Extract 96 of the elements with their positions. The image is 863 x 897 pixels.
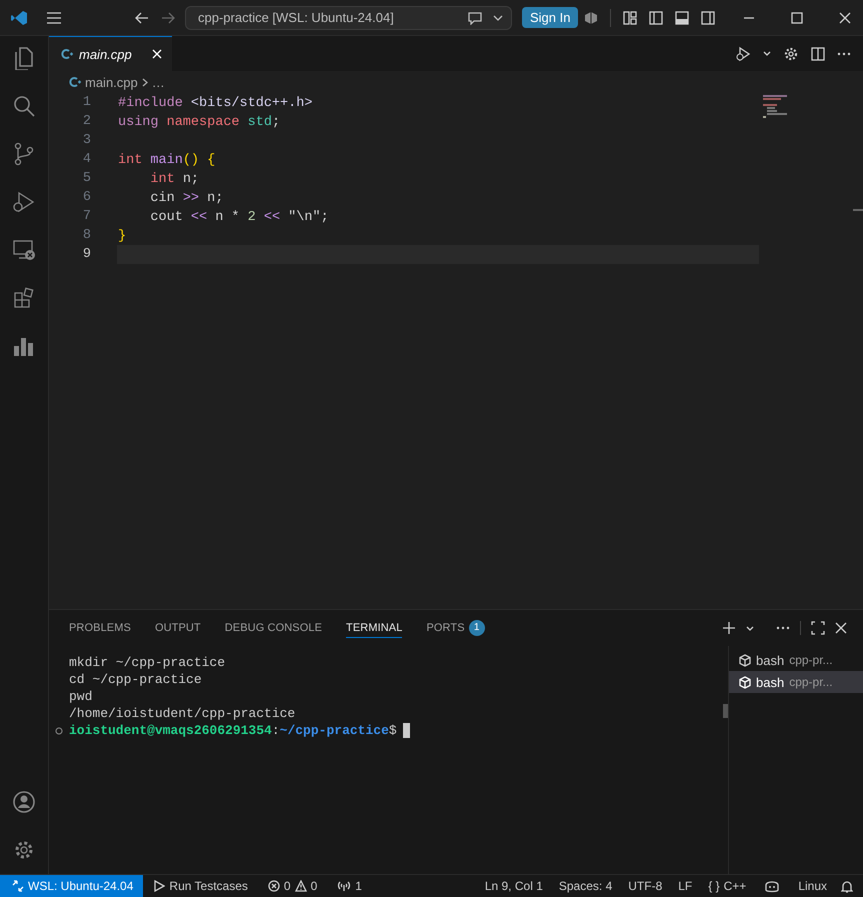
prompt-user: ioistudent@vmaqs2606291354 [69, 722, 272, 739]
line-number: 8 [82, 227, 91, 245]
panel-tab[interactable]: OUTPUT [154, 618, 201, 638]
search-icon[interactable] [12, 94, 36, 118]
files-icon[interactable] [12, 46, 36, 70]
encoding[interactable]: UTF-8 [620, 875, 670, 897]
terminal-line: /home/ioistudent/cpp-practice [69, 705, 296, 722]
back-arrow-icon[interactable] [135, 12, 149, 24]
scrollbar-thumb[interactable] [853, 209, 863, 211]
error-count: 0 [284, 879, 291, 893]
panel-tab[interactable]: TERMINAL [346, 618, 402, 638]
panel-tab[interactable]: PORTS 1 [426, 616, 485, 640]
error-icon [268, 880, 280, 892]
terminal-cube-icon [739, 676, 751, 688]
terminal-line: cd ~/cpp-practice [69, 671, 202, 688]
cpp-file-icon [61, 48, 73, 60]
breadcrumb-item[interactable]: … [152, 74, 165, 90]
warning-icon [294, 880, 307, 892]
terminal-list-item[interactable]: bash cpp-pr... [729, 649, 863, 671]
terminal-line: mkdir ~/cpp-practice [69, 654, 226, 671]
chat-icon[interactable] [467, 10, 483, 24]
chevron-down-icon[interactable] [493, 14, 503, 20]
more-actions-icon[interactable] [837, 52, 851, 56]
terminal-list-item[interactable]: bash cpp-pr... [729, 671, 863, 693]
close-icon[interactable] [839, 12, 852, 24]
line-number: 9 [82, 246, 91, 264]
code-line: using namespace std; [117, 114, 282, 131]
chevron-down-icon[interactable] [763, 51, 771, 56]
run-debug-icon[interactable] [735, 46, 751, 62]
layout-grid-icon[interactable] [623, 10, 638, 24]
code-line: int main() { [117, 152, 216, 169]
line-number: 6 [82, 189, 91, 207]
command-center-search[interactable]: cpp-practice [WSL: Ubuntu-24.04] [185, 6, 512, 30]
play-icon [153, 880, 166, 892]
settings-icon[interactable] [783, 46, 799, 62]
sign-in-button[interactable]: Sign In [522, 7, 578, 28]
line-ending[interactable]: LF [670, 875, 700, 897]
braces-icon: { } [708, 879, 720, 893]
run-testcases-button[interactable]: Run Testcases [147, 875, 254, 897]
panel-tab[interactable]: DEBUG CONSOLE [224, 618, 322, 638]
problems-status[interactable]: 0 0 [262, 875, 324, 897]
text-cursor [402, 723, 410, 738]
maximize-icon[interactable] [791, 12, 804, 24]
language-mode[interactable]: { } C++ [700, 875, 754, 897]
code-line: cin >> n; [149, 190, 224, 207]
source-control-icon[interactable] [12, 142, 36, 166]
sidebar-right-icon[interactable] [701, 10, 716, 24]
remote-indicator[interactable]: WSL: Ubuntu-24.04 [0, 875, 144, 897]
app-logo-icon [10, 8, 28, 26]
account-icon[interactable] [12, 790, 36, 814]
line-number: 7 [82, 208, 91, 226]
remote-monitor-icon[interactable] [12, 238, 36, 262]
terminal-cube-icon [739, 654, 751, 666]
breadcrumb-item[interactable]: main.cpp [85, 74, 138, 90]
os-indicator[interactable]: Linux [790, 875, 835, 897]
editor-tab[interactable]: main.cpp [49, 36, 172, 71]
antenna-icon [337, 880, 352, 892]
line-number: 1 [82, 94, 91, 112]
menu-icon[interactable] [47, 12, 61, 24]
chevron-down-icon[interactable] [746, 626, 754, 630]
panel-tab[interactable]: PROBLEMS [69, 618, 131, 638]
remote-icon [12, 880, 24, 892]
tab-label: main.cpp [79, 46, 132, 62]
prompt-separator: : [272, 722, 280, 739]
sidebar-left-icon[interactable] [649, 10, 664, 24]
notification-bell-icon[interactable] [841, 880, 853, 892]
maximize-panel-icon[interactable] [811, 621, 825, 635]
count-badge: 1 [468, 620, 485, 636]
scrollbar-thumb[interactable] [723, 704, 728, 718]
cpp-file-icon [69, 76, 81, 88]
forward-arrow-icon[interactable] [161, 12, 175, 24]
cursor-position[interactable]: Ln 9, Col 1 [476, 875, 551, 897]
terminal-line: pwd [69, 688, 92, 705]
prompt-path: ~/cpp-practice [280, 722, 389, 739]
line-number: 3 [82, 132, 91, 150]
line-number: 5 [82, 170, 91, 188]
command-status-icon [55, 726, 63, 734]
warning-count: 0 [310, 879, 318, 893]
plus-icon[interactable] [722, 621, 736, 635]
split-editor-icon[interactable] [811, 46, 825, 60]
line-number: 2 [82, 113, 91, 131]
indentation[interactable]: Spaces: 4 [550, 875, 620, 897]
line-number: 4 [82, 151, 91, 169]
code-line: #include <bits/stdc++.h> [117, 95, 314, 112]
cube-icon[interactable] [584, 10, 598, 24]
panel-bottom-icon[interactable] [675, 10, 690, 24]
code-line: cout << n * 2 << "\n"; [149, 209, 330, 226]
close-icon[interactable] [835, 622, 847, 634]
prompt-symbol: $ [388, 722, 397, 739]
extensions-icon[interactable] [12, 286, 36, 310]
code-line: } [117, 228, 128, 245]
chevron-right-icon [142, 78, 148, 86]
more-actions-icon[interactable] [776, 626, 790, 630]
run-debug-icon[interactable] [12, 190, 36, 214]
ports-status[interactable]: 1 [331, 875, 368, 897]
code-line: int n; [149, 171, 200, 188]
